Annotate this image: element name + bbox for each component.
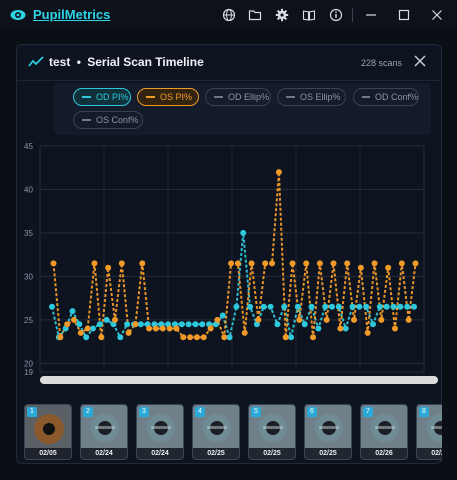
series-dash-icon <box>82 96 91 98</box>
title-bar: PupilMetrics <box>0 0 457 30</box>
legend-toggle-od-ellip[interactable]: OD Ellip% <box>205 88 271 106</box>
titlebar-divider <box>352 8 353 22</box>
gear-icon[interactable] <box>275 8 289 22</box>
trend-line-icon <box>28 56 44 67</box>
minimize-icon[interactable] <box>363 7 379 23</box>
thumbnail-index: 2 <box>83 407 93 417</box>
series-dash-icon <box>146 96 155 98</box>
legend: OD PI% OS PI% OD Ellip% OS Ellip% OD Con… <box>53 83 431 135</box>
maximize-icon[interactable] <box>396 7 412 23</box>
timeline-modal: test • Serial Scan Timeline 228 scans OD… <box>16 44 442 464</box>
info-icon[interactable] <box>329 8 343 22</box>
folder-icon[interactable] <box>248 8 262 22</box>
legend-label: OS Conf% <box>96 115 139 125</box>
thumbnail-date: 02/26 <box>417 448 442 459</box>
timeline-scrubber[interactable] <box>40 376 438 384</box>
legend-toggle-os-pi[interactable]: OS PI% <box>137 88 199 106</box>
timeline-title: Serial Scan Timeline <box>87 55 204 69</box>
legend-label: OS Ellip% <box>300 92 341 102</box>
scan-count: 228 scans <box>361 58 403 68</box>
scan-thumbnail[interactable]: 7 02/26 <box>360 404 408 460</box>
legend-label: OD Ellip% <box>228 92 270 102</box>
thumbnail-date: 02/24 <box>81 448 127 459</box>
eye-logo-icon <box>10 10 26 20</box>
scan-thumbnail[interactable]: 4 02/25 <box>192 404 240 460</box>
thumbnail-date: 02/25 <box>193 448 239 459</box>
modal-title: test • Serial Scan Timeline <box>49 55 204 69</box>
thumbnail-index: 5 <box>251 407 261 417</box>
legend-toggle-os-ellip[interactable]: OS Ellip% <box>277 88 346 106</box>
scan-thumbnail[interactable]: 8 02/26 <box>416 404 442 460</box>
thumbnail-date: 02/24 <box>137 448 183 459</box>
close-icon[interactable] <box>413 54 427 68</box>
scan-thumbnail[interactable]: 2 02/24 <box>80 404 128 460</box>
thumbnail-date: 02/25 <box>249 448 295 459</box>
series-dash-icon <box>286 96 295 98</box>
book-icon[interactable] <box>302 8 316 22</box>
legend-toggle-od-pi[interactable]: OD PI% <box>73 88 131 106</box>
patient-name: test <box>49 55 71 69</box>
thumbnail-date: 02/26 <box>361 448 407 459</box>
thumbnail-index: 4 <box>195 407 205 417</box>
scan-thumbnail[interactable]: 3 02/24 <box>136 404 184 460</box>
thumbnail-index: 7 <box>363 407 373 417</box>
legend-label: OD Conf% <box>374 92 418 102</box>
legend-toggle-od-conf[interactable]: OD Conf% <box>353 88 419 106</box>
thumbnail-date: 02/25 <box>305 448 351 459</box>
scan-thumbnail[interactable]: 5 02/25 <box>248 404 296 460</box>
scan-thumbnail[interactable]: 6 02/25 <box>304 404 352 460</box>
thumbnail-date: 02/05 <box>25 448 71 459</box>
thumbnail-index: 6 <box>307 407 317 417</box>
series-dash-icon <box>82 119 91 121</box>
scan-thumbnail-strip[interactable]: 1 02/05 2 02/24 3 02/24 4 02/25 5 02/25 6 02/25 7 02/… <box>24 404 442 462</box>
legend-label: OS PI% <box>160 92 193 102</box>
legend-label: OD PI% <box>96 92 129 102</box>
window-close-icon[interactable] <box>429 7 445 23</box>
app-title[interactable]: PupilMetrics <box>33 7 110 22</box>
series-dash-icon <box>362 96 370 98</box>
globe-icon[interactable] <box>222 8 236 22</box>
series-dash-icon <box>214 96 223 98</box>
thumbnail-index: 8 <box>419 407 429 417</box>
legend-toggle-os-conf[interactable]: OS Conf% <box>73 111 143 129</box>
modal-header: test • Serial Scan Timeline 228 scans <box>17 45 441 81</box>
thumbnail-index: 1 <box>27 407 37 417</box>
thumbnail-index: 3 <box>139 407 149 417</box>
title-separator: • <box>76 55 81 69</box>
scan-thumbnail[interactable]: 1 02/05 <box>24 404 72 460</box>
